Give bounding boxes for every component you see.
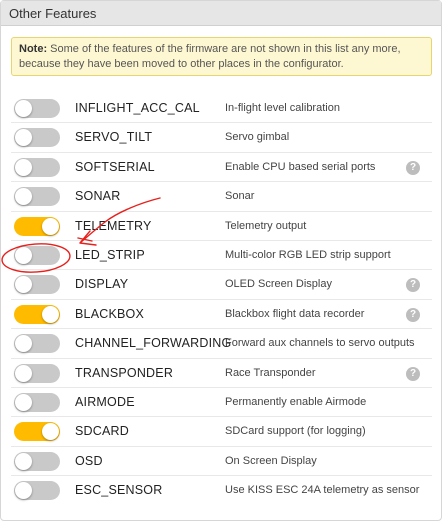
feature-name: SONAR xyxy=(75,189,121,204)
toggle-knob xyxy=(42,423,59,441)
toggle-knob xyxy=(15,452,32,470)
help-icon[interactable]: ? xyxy=(406,278,420,293)
feature-row-servo-tilt: SERVO_TILT Servo gimbal ? xyxy=(11,123,432,153)
note-box: Note: Some of the features of the firmwa… xyxy=(11,37,432,76)
feature-name: DISPLAY xyxy=(75,277,129,292)
feature-row-sonar: SONAR Sonar ? xyxy=(11,182,432,212)
feature-description: Servo gimbal xyxy=(225,131,290,144)
help-icon[interactable]: ? xyxy=(406,366,420,381)
feature-toggle-sdcard[interactable] xyxy=(14,422,60,442)
feature-toggle-display[interactable] xyxy=(14,275,60,295)
feature-row-blackbox: BLACKBOX Blackbox flight data recorder ? xyxy=(11,300,432,330)
feature-list: INFLIGHT_ACC_CAL In-flight level calibra… xyxy=(11,94,432,505)
feature-description: Enable CPU based serial ports xyxy=(225,160,376,173)
feature-description: Multi-color RGB LED strip support xyxy=(225,248,391,261)
feature-name: AIRMODE xyxy=(75,394,135,409)
feature-description: In-flight level calibration xyxy=(225,102,340,114)
toggle-knob xyxy=(15,276,32,294)
feature-name: LED_STRIP xyxy=(75,247,145,262)
feature-toggle-channel-forwarding[interactable] xyxy=(14,334,60,354)
feature-row-sdcard: SDCARD SDCard support (for logging) ? xyxy=(11,417,432,447)
feature-row-softserial: SOFTSERIAL Enable CPU based serial ports… xyxy=(11,153,432,183)
feature-description: Permanently enable Airmode xyxy=(225,395,367,408)
feature-description: Telemetry output xyxy=(225,219,307,232)
feature-name: TELEMETRY xyxy=(75,218,152,233)
feature-name: SOFTSERIAL xyxy=(75,159,155,174)
feature-row-channel-forwarding: CHANNEL_FORWARDING Forward aux channels … xyxy=(11,329,432,359)
feature-row-osd: OSD On Screen Display ? xyxy=(11,447,432,477)
feature-row-transponder: TRANSPONDER Race Transponder ? xyxy=(11,359,432,388)
feature-toggle-telemetry[interactable] xyxy=(14,216,60,236)
note-text: Some of the features of the firmware are… xyxy=(19,43,401,70)
feature-name: SDCARD xyxy=(75,424,129,439)
feature-toggle-esc-sensor[interactable] xyxy=(14,481,60,501)
feature-row-telemetry: TELEMETRY Telemetry output ? xyxy=(11,212,432,241)
feature-description: Race Transponder xyxy=(225,366,316,379)
note-label: Note: xyxy=(19,43,48,55)
feature-toggle-blackbox[interactable] xyxy=(14,304,60,324)
toggle-knob xyxy=(15,482,32,500)
feature-name: INFLIGHT_ACC_CAL xyxy=(75,101,200,115)
toggle-knob xyxy=(15,335,32,353)
feature-name: SERVO_TILT xyxy=(75,130,153,145)
feature-toggle-airmode[interactable] xyxy=(14,392,60,412)
toggle-knob xyxy=(15,158,32,176)
feature-description: SDCard support (for logging) xyxy=(225,425,366,438)
help-icon[interactable]: ? xyxy=(406,160,420,175)
panel-title: Other Features xyxy=(1,1,441,26)
feature-row-inflight-acc-cal: INFLIGHT_ACC_CAL In-flight level calibra… xyxy=(11,94,432,124)
feature-name: TRANSPONDER xyxy=(75,365,174,380)
feature-toggle-inflight-acc-cal[interactable] xyxy=(14,99,60,118)
feature-row-led-strip: LED_STRIP Multi-color RGB LED strip supp… xyxy=(11,241,432,271)
toggle-knob xyxy=(15,188,32,206)
toggle-knob xyxy=(15,364,32,382)
feature-name: OSD xyxy=(75,453,103,468)
feature-toggle-servo-tilt[interactable] xyxy=(14,128,60,148)
feature-toggle-sonar[interactable] xyxy=(14,187,60,207)
feature-description: Sonar xyxy=(225,190,255,203)
feature-description: Blackbox flight data recorder xyxy=(225,307,365,320)
feature-toggle-osd[interactable] xyxy=(14,451,60,471)
toggle-knob xyxy=(15,100,32,117)
toggle-knob xyxy=(42,217,59,235)
other-features-panel: Other Features Note: Some of the feature… xyxy=(0,0,442,521)
feature-description: Forward aux channels to servo outputs xyxy=(225,337,415,350)
feature-toggle-led-strip[interactable] xyxy=(14,245,60,265)
toggle-knob xyxy=(15,393,32,411)
feature-name: CHANNEL_FORWARDING xyxy=(75,336,232,351)
feature-description: Use KISS ESC 24A telemetry as sensor xyxy=(225,484,420,497)
feature-row-airmode: AIRMODE Permanently enable Airmode ? xyxy=(11,388,432,418)
feature-row-esc-sensor: ESC_SENSOR Use KISS ESC 24A telemetry as… xyxy=(11,476,432,505)
feature-row-display: DISPLAY OLED Screen Display ? xyxy=(11,270,432,300)
feature-name: BLACKBOX xyxy=(75,306,144,321)
help-icon[interactable]: ? xyxy=(406,307,420,322)
feature-description: OLED Screen Display xyxy=(225,278,332,291)
feature-name: ESC_SENSOR xyxy=(75,483,163,498)
feature-description: On Screen Display xyxy=(225,454,317,467)
toggle-knob xyxy=(42,305,59,323)
feature-toggle-transponder[interactable] xyxy=(14,363,60,383)
feature-toggle-softserial[interactable] xyxy=(14,157,60,177)
toggle-knob xyxy=(15,129,32,147)
toggle-knob xyxy=(15,246,32,264)
